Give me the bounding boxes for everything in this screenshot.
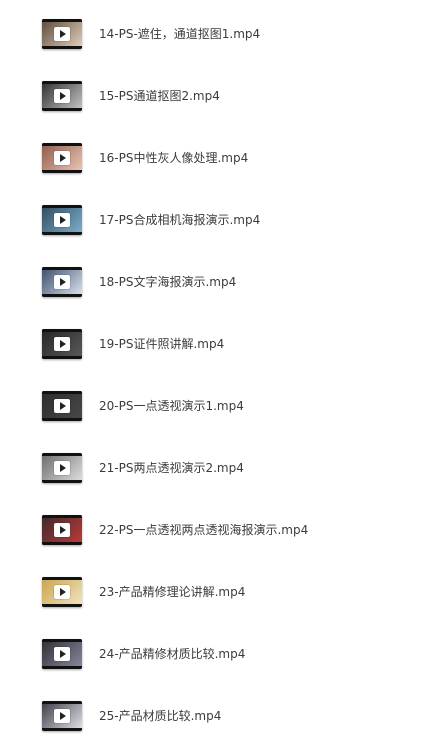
- video-thumbnail-icon: [42, 453, 82, 483]
- video-thumbnail-icon: [42, 391, 82, 421]
- file-item[interactable]: 21-PS两点透视演示2.mp4: [0, 450, 429, 490]
- video-thumbnail-icon: [42, 19, 82, 49]
- video-thumbnail-icon: [42, 143, 82, 173]
- file-item[interactable]: 19-PS证件照讲解.mp4: [0, 326, 429, 366]
- play-icon: [54, 399, 70, 413]
- file-item[interactable]: 22-PS一点透视两点透视海报演示.mp4: [0, 512, 429, 552]
- file-item[interactable]: 23-产品精修理论讲解.mp4: [0, 574, 429, 614]
- play-icon: [54, 27, 70, 41]
- file-name: 23-产品精修理论讲解.mp4: [99, 585, 246, 599]
- play-icon: [54, 647, 70, 661]
- file-item[interactable]: 20-PS一点透视演示1.mp4: [0, 388, 429, 428]
- file-name: 14-PS-遮住，通道抠图1.mp4: [99, 27, 261, 41]
- play-icon: [54, 585, 70, 599]
- file-name: 24-产品精修材质比较.mp4: [99, 647, 246, 661]
- file-item[interactable]: 14-PS-遮住，通道抠图1.mp4: [0, 16, 429, 56]
- play-icon: [54, 151, 70, 165]
- file-name: 22-PS一点透视两点透视海报演示.mp4: [99, 523, 309, 537]
- play-icon: [54, 275, 70, 289]
- play-icon: [54, 709, 70, 723]
- file-name: 20-PS一点透视演示1.mp4: [99, 399, 244, 413]
- file-item[interactable]: 16-PS中性灰人像处理.mp4: [0, 140, 429, 180]
- file-name: 15-PS通道抠图2.mp4: [99, 89, 220, 103]
- file-name: 25-产品材质比较.mp4: [99, 709, 222, 723]
- file-item[interactable]: 18-PS文字海报演示.mp4: [0, 264, 429, 304]
- play-icon: [54, 213, 70, 227]
- play-icon: [54, 337, 70, 351]
- file-name: 18-PS文字海报演示.mp4: [99, 275, 237, 289]
- video-thumbnail-icon: [42, 267, 82, 297]
- file-item[interactable]: 17-PS合成相机海报演示.mp4: [0, 202, 429, 242]
- file-list: 14-PS-遮住，通道抠图1.mp4 15-PS通道抠图2.mp4 16-PS中性灰…: [0, 0, 429, 740]
- video-thumbnail-icon: [42, 577, 82, 607]
- video-thumbnail-icon: [42, 701, 82, 731]
- play-icon: [54, 461, 70, 475]
- file-item[interactable]: 24-产品精修材质比较.mp4: [0, 636, 429, 676]
- file-name: 19-PS证件照讲解.mp4: [99, 337, 225, 351]
- video-thumbnail-icon: [42, 639, 82, 669]
- play-icon: [54, 523, 70, 537]
- video-thumbnail-icon: [42, 205, 82, 235]
- file-item[interactable]: 15-PS通道抠图2.mp4: [0, 78, 429, 118]
- video-thumbnail-icon: [42, 329, 82, 359]
- file-name: 21-PS两点透视演示2.mp4: [99, 461, 244, 475]
- file-item[interactable]: 25-产品材质比较.mp4: [0, 698, 429, 738]
- video-thumbnail-icon: [42, 515, 82, 545]
- file-name: 17-PS合成相机海报演示.mp4: [99, 213, 261, 227]
- video-thumbnail-icon: [42, 81, 82, 111]
- play-icon: [54, 89, 70, 103]
- file-name: 16-PS中性灰人像处理.mp4: [99, 151, 249, 165]
